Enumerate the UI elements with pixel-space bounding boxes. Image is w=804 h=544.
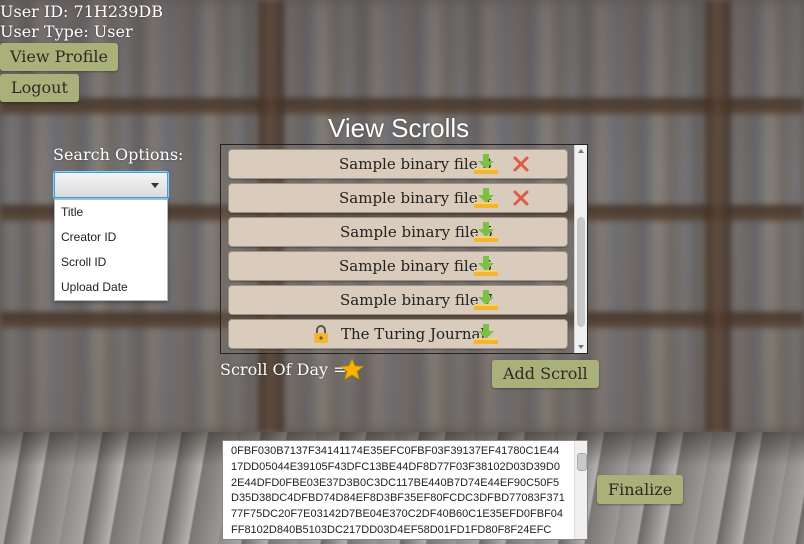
download-icon[interactable] <box>473 187 499 209</box>
shelf-blur <box>0 98 804 114</box>
star-icon[interactable] <box>340 358 364 380</box>
scroll-up-arrow-icon[interactable] <box>578 149 584 153</box>
scroll-content-textarea[interactable]: 0FBF030B7137F34141174E35EFC0FBF03F39137E… <box>222 440 588 540</box>
scroll-name: The Turing Journal <box>341 325 486 343</box>
textarea-scrollbar[interactable] <box>574 441 587 539</box>
scroll-name: Sample binary file 6 <box>339 257 492 275</box>
scroll-list: Sample binary file 3 Sample binary file … <box>220 144 588 354</box>
search-option-scroll-id[interactable]: Scroll ID <box>55 250 167 275</box>
download-icon[interactable] <box>473 289 499 311</box>
scroll-list-item[interactable]: The Turing Journal <box>228 319 568 349</box>
download-icon[interactable] <box>473 323 499 345</box>
page-title: View Scrolls <box>328 113 470 143</box>
search-options-combobox[interactable] <box>54 172 168 198</box>
search-option-title[interactable]: Title <box>55 200 167 225</box>
delete-x-icon[interactable] <box>512 155 530 173</box>
shelf-post <box>705 0 731 432</box>
user-type-text: User Type: User <box>0 22 133 41</box>
chevron-down-icon[interactable] <box>151 183 159 188</box>
scroll-name: Sample binary file 5 <box>340 223 493 241</box>
scroll-of-day-label: Scroll Of Day = <box>220 360 347 379</box>
search-options-label: Search Options: <box>53 145 184 164</box>
scroll-hex-content: 0FBF030B7137F34141174E35EFC0FBF03F39137E… <box>231 445 565 536</box>
search-options-dropdown: Title Creator ID Scroll ID Upload Date <box>54 199 168 301</box>
scroll-down-arrow-icon[interactable] <box>578 345 584 349</box>
download-icon[interactable] <box>473 153 499 175</box>
add-scroll-button[interactable]: Add Scroll <box>492 360 599 388</box>
scroll-name: Sample binary file 4 <box>339 189 492 207</box>
search-option-upload-date[interactable]: Upload Date <box>55 275 167 300</box>
download-icon[interactable] <box>473 255 499 277</box>
download-icon[interactable] <box>473 221 499 243</box>
textarea-scrollbar-thumb[interactable] <box>577 453 587 471</box>
finalize-button[interactable]: Finalize <box>597 475 684 504</box>
lock-icon <box>314 325 328 343</box>
logout-button[interactable]: Logout <box>0 74 79 102</box>
scroll-list-item[interactable]: Sample binary file 6 <box>228 251 568 281</box>
search-option-creator-id[interactable]: Creator ID <box>55 225 167 250</box>
scroll-list-scrollbar[interactable] <box>574 145 587 353</box>
scroll-list-item[interactable]: Sample binary file 3 <box>228 149 568 179</box>
scroll-list-item[interactable]: Sample binary file 5 <box>228 217 568 247</box>
scroll-name: Sample binary file 7 <box>340 291 493 309</box>
scroll-list-item[interactable]: Sample binary file 7 <box>228 285 568 315</box>
view-profile-button[interactable]: View Profile <box>0 43 118 71</box>
scroll-list-item[interactable]: Sample binary file 4 <box>228 183 568 213</box>
scrollbar-thumb[interactable] <box>577 217 585 327</box>
user-id-text: User ID: 71H239DB <box>0 2 163 21</box>
scroll-name: Sample binary file 3 <box>339 155 492 173</box>
delete-x-icon[interactable] <box>512 189 530 207</box>
